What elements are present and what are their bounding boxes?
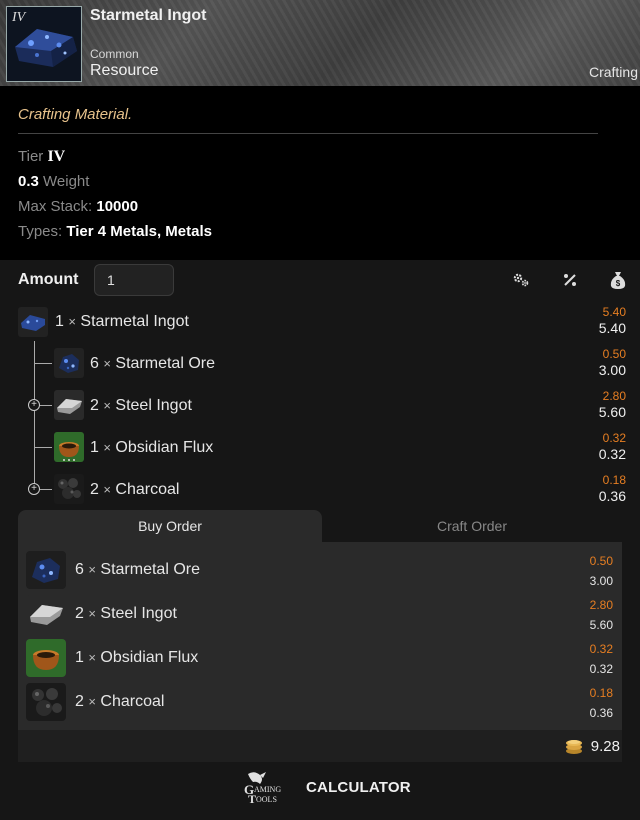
total-price: 5.60	[598, 404, 626, 420]
tree-item-name: 2 × Steel Ingot	[90, 397, 192, 414]
max-stack-label: Max Stack:	[18, 198, 93, 215]
total-price: 5.40	[598, 320, 626, 336]
starmetal-ore-icon	[26, 551, 66, 589]
svg-text:T: T	[248, 792, 256, 806]
amount-label: Amount	[18, 271, 79, 288]
unit-price: 0.32	[602, 431, 626, 445]
order-item-name: 2 × Steel Ingot	[75, 605, 177, 622]
order-row-obsidian-flux: 1 × Obsidian Flux 0.32 0.32	[18, 636, 622, 680]
max-stack-stat: Max Stack: 10000	[18, 198, 138, 215]
unit-price: 0.50	[589, 554, 613, 568]
svg-text:OOLS: OOLS	[256, 795, 277, 804]
unit-price: 2.80	[589, 598, 613, 612]
divider	[18, 133, 598, 134]
weight-stat: 0.3 Weight	[18, 173, 89, 190]
unit-price: 5.40	[602, 305, 626, 319]
unit-price: 0.18	[589, 686, 613, 700]
item-category: Crafting	[588, 64, 638, 80]
buy-order-list: 6 × Starmetal Ore 0.50 3.00 2 × Steel In…	[18, 542, 622, 730]
tier-badge: IV	[12, 10, 26, 25]
item-description: Crafting Material.	[18, 106, 133, 123]
item-rarity: Common	[90, 47, 139, 61]
order-total: 9.28	[590, 738, 620, 755]
total-price: 5.60	[589, 618, 613, 632]
charcoal-icon	[54, 474, 84, 504]
gaming-tools-footer[interactable]: G AMING T OOLS CALCULATOR	[240, 770, 411, 806]
item-title: Starmetal Ingot	[90, 7, 207, 24]
tree-row-charcoal: + 2 × Charcoal 0.18 0.36	[0, 471, 640, 507]
total-price: 0.36	[598, 488, 626, 504]
order-row-starmetal-ore: 6 × Starmetal Ore 0.50 3.00	[18, 548, 622, 592]
tab-buy-order[interactable]: Buy Order	[18, 510, 322, 542]
settings-icon[interactable]	[511, 270, 531, 290]
tree-item-name: 6 × Starmetal Ore	[90, 355, 215, 372]
charcoal-icon	[26, 683, 66, 721]
tree-row-starmetal-ore: 6 × Starmetal Ore 0.50 3.00	[0, 345, 640, 381]
order-item-name: 6 × Starmetal Ore	[75, 561, 200, 578]
svg-text:$: $	[616, 279, 621, 288]
unit-price: 0.50	[602, 347, 626, 361]
weight-value: 0.3	[18, 173, 39, 190]
total-price: 3.00	[598, 362, 626, 378]
weight-label: Weight	[43, 173, 90, 190]
types-value: Tier 4 Metals, Metals	[66, 223, 212, 240]
money-bag-icon[interactable]: $	[608, 270, 628, 290]
tab-craft-order[interactable]: Craft Order	[322, 510, 622, 542]
order-tabs: Buy Order Craft Order	[18, 510, 622, 542]
tree-row-obsidian-flux: 1 × Obsidian Flux 0.32 0.32	[0, 429, 640, 465]
item-header: IV Starmetal Ingot Common Resource Craft…	[0, 0, 640, 86]
svg-text:AMING: AMING	[254, 785, 281, 794]
tree-item-name: 2 × Charcoal	[90, 481, 180, 498]
max-stack-value: 10000	[96, 198, 139, 215]
expand-icon[interactable]: +	[28, 399, 40, 411]
item-type: Resource	[90, 62, 159, 79]
expand-icon[interactable]: +	[28, 483, 40, 495]
unit-price: 0.18	[602, 473, 626, 487]
obsidian-flux-icon	[54, 432, 84, 462]
total-price: 3.00	[589, 574, 613, 588]
footer-brand: CALCULATOR	[306, 779, 411, 796]
starmetal-ingot-icon: IV	[6, 6, 82, 82]
total-price: 0.32	[589, 662, 613, 676]
tier-stat: Tier IV	[18, 148, 65, 166]
order-item-name: 1 × Obsidian Flux	[75, 649, 199, 666]
order-item-name: 2 × Charcoal	[75, 693, 165, 710]
coins-icon	[564, 736, 584, 756]
gaming-tools-logo: G AMING T OOLS	[244, 772, 281, 806]
total-price: 0.36	[589, 706, 613, 720]
unit-price: 0.32	[589, 642, 613, 656]
tree-row-steel-ingot: + 2 × Steel Ingot 2.80 5.60	[0, 387, 640, 423]
obsidian-flux-icon	[26, 639, 66, 677]
tree-item-name: 1 × Starmetal Ingot	[55, 313, 189, 330]
tree-item-name: 1 × Obsidian Flux	[90, 439, 214, 456]
item-info-panel: Crafting Material. Tier IV 0.3 Weight Ma…	[0, 86, 640, 260]
starmetal-ingot-icon	[18, 307, 48, 337]
unit-price: 2.80	[602, 389, 626, 403]
starmetal-ore-icon	[54, 348, 84, 378]
amount-input[interactable]	[94, 264, 174, 296]
tier-value: IV	[47, 148, 66, 165]
types-stat: Types: Tier 4 Metals, Metals	[18, 223, 212, 240]
order-total-bar: 9.28	[18, 730, 622, 762]
total-price: 0.32	[598, 446, 626, 462]
types-label: Types:	[18, 223, 63, 240]
steel-ingot-icon	[54, 390, 84, 420]
percent-icon[interactable]	[560, 270, 580, 290]
order-row-steel-ingot: 2 × Steel Ingot 2.80 5.60	[18, 592, 622, 636]
tier-label: Tier	[18, 148, 44, 165]
tree-row-root: 1 × Starmetal Ingot 5.40 5.40	[0, 303, 640, 339]
order-row-charcoal: 2 × Charcoal 0.18 0.36	[18, 680, 622, 724]
steel-ingot-icon	[26, 595, 66, 633]
